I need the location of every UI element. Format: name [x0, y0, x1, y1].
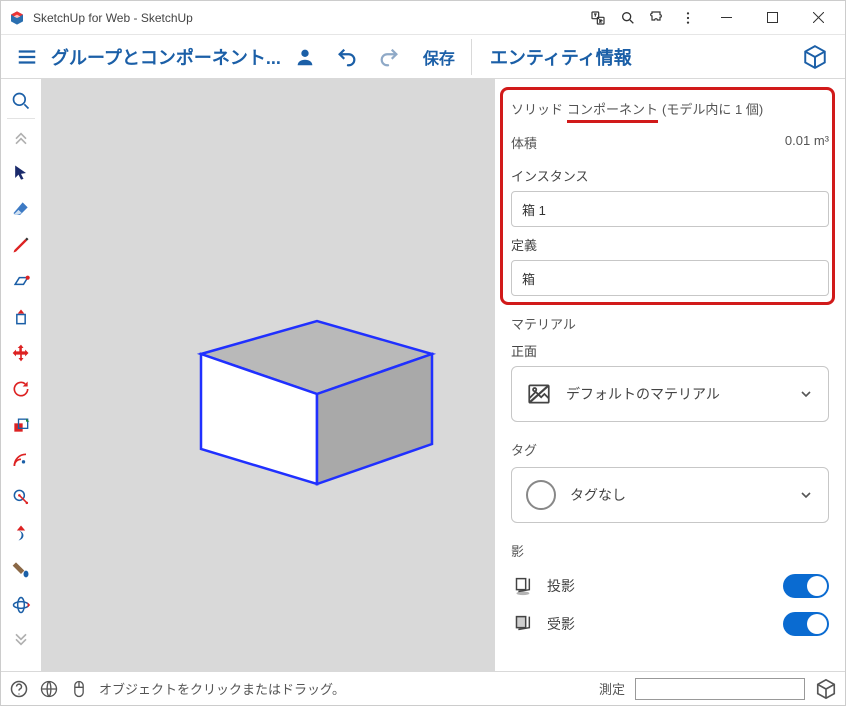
status-hint: オブジェクトをクリックまたはドラッグ。: [99, 679, 589, 698]
definition-input[interactable]: [511, 260, 829, 296]
volume-label: 体積: [511, 133, 537, 152]
material-section-label: マテリアル: [511, 314, 829, 333]
eraser-tool[interactable]: [1, 191, 41, 227]
entity-cube-icon[interactable]: [797, 39, 833, 75]
redo-button[interactable]: [371, 39, 407, 75]
pushpull-tool[interactable]: [1, 299, 41, 335]
tag-swatch-icon: [526, 480, 556, 510]
left-toolbar: [1, 79, 42, 671]
solid-type: コンポーネント: [567, 99, 658, 123]
instance-label: インスタンス: [511, 166, 829, 185]
minimize-button[interactable]: [703, 1, 749, 35]
shadow-section-label: 影: [511, 541, 829, 560]
walk-tool[interactable]: [1, 515, 41, 551]
help-icon[interactable]: [9, 679, 29, 699]
globe-icon[interactable]: [39, 679, 59, 699]
receive-shadow-label: 受影: [547, 614, 575, 634]
mouse-icon[interactable]: [69, 679, 89, 699]
app-logo-icon: [9, 10, 25, 26]
undo-button[interactable]: [329, 39, 365, 75]
sketchup-icon[interactable]: [815, 678, 837, 700]
face-label: 正面: [511, 341, 829, 360]
solid-type-line: ソリッド コンポーネント (モデル内に 1 個): [511, 99, 829, 123]
tag-section-label: タグ: [511, 440, 829, 459]
cast-shadow-label: 投影: [547, 576, 575, 596]
scale-tool[interactable]: [1, 407, 41, 443]
paint-tool[interactable]: [1, 551, 41, 587]
save-button[interactable]: 保存: [413, 45, 465, 69]
translate-icon[interactable]: [583, 3, 613, 33]
search-tool[interactable]: [1, 83, 41, 119]
extension-magnify-icon[interactable]: [613, 3, 643, 33]
solid-suffix: (モデル内に 1 個): [662, 99, 763, 118]
tape-tool[interactable]: [1, 479, 41, 515]
solid-prefix: ソリッド: [511, 99, 563, 118]
user-icon[interactable]: [287, 39, 323, 75]
measure-input[interactable]: [635, 678, 805, 700]
pencil-tool[interactable]: [1, 227, 41, 263]
cast-shadow-icon: [511, 575, 533, 597]
rectangle-tool[interactable]: [1, 263, 41, 299]
receive-shadow-icon: [511, 613, 533, 635]
title-bar: SketchUp for Web - SketchUp: [1, 1, 845, 35]
measure-label: 測定: [599, 679, 625, 698]
collapse-tool[interactable]: [1, 119, 41, 155]
close-button[interactable]: [795, 1, 841, 35]
orbit-tool[interactable]: [1, 587, 41, 623]
menu-icon[interactable]: [13, 43, 41, 71]
chevron-down-icon: [798, 386, 814, 402]
model-canvas[interactable]: [42, 79, 495, 671]
offset-tool[interactable]: [1, 443, 41, 479]
rotate-tool[interactable]: [1, 371, 41, 407]
material-icon: [526, 381, 552, 407]
more-icon[interactable]: [673, 3, 703, 33]
select-tool[interactable]: [1, 155, 41, 191]
material-front-dropdown[interactable]: デフォルトのマテリアル: [511, 366, 829, 422]
definition-label: 定義: [511, 235, 829, 254]
expand-tool[interactable]: [1, 623, 41, 659]
material-value: デフォルトのマテリアル: [566, 384, 720, 404]
cast-shadow-toggle[interactable]: [783, 574, 829, 598]
tag-value: タグなし: [570, 485, 626, 505]
move-tool[interactable]: [1, 335, 41, 371]
model-box: [157, 284, 447, 504]
volume-value: 0.01 m³: [785, 133, 829, 152]
top-bar: グループとコンポーネント... 保存 エンティティ情報: [1, 35, 845, 79]
panel-title: エンティティ情報: [490, 44, 632, 70]
window-title: SketchUp for Web - SketchUp: [33, 11, 193, 25]
document-title[interactable]: グループとコンポーネント...: [51, 44, 281, 70]
tag-dropdown[interactable]: タグなし: [511, 467, 829, 523]
receive-shadow-toggle[interactable]: [783, 612, 829, 636]
chevron-down-icon: [798, 487, 814, 503]
puzzle-icon[interactable]: [643, 3, 673, 33]
maximize-button[interactable]: [749, 1, 795, 35]
instance-input[interactable]: [511, 191, 829, 227]
entity-info-panel: ソリッド コンポーネント (モデル内に 1 個) 体積 0.01 m³ インスタ…: [495, 79, 845, 671]
status-bar: オブジェクトをクリックまたはドラッグ。 測定: [1, 671, 845, 705]
